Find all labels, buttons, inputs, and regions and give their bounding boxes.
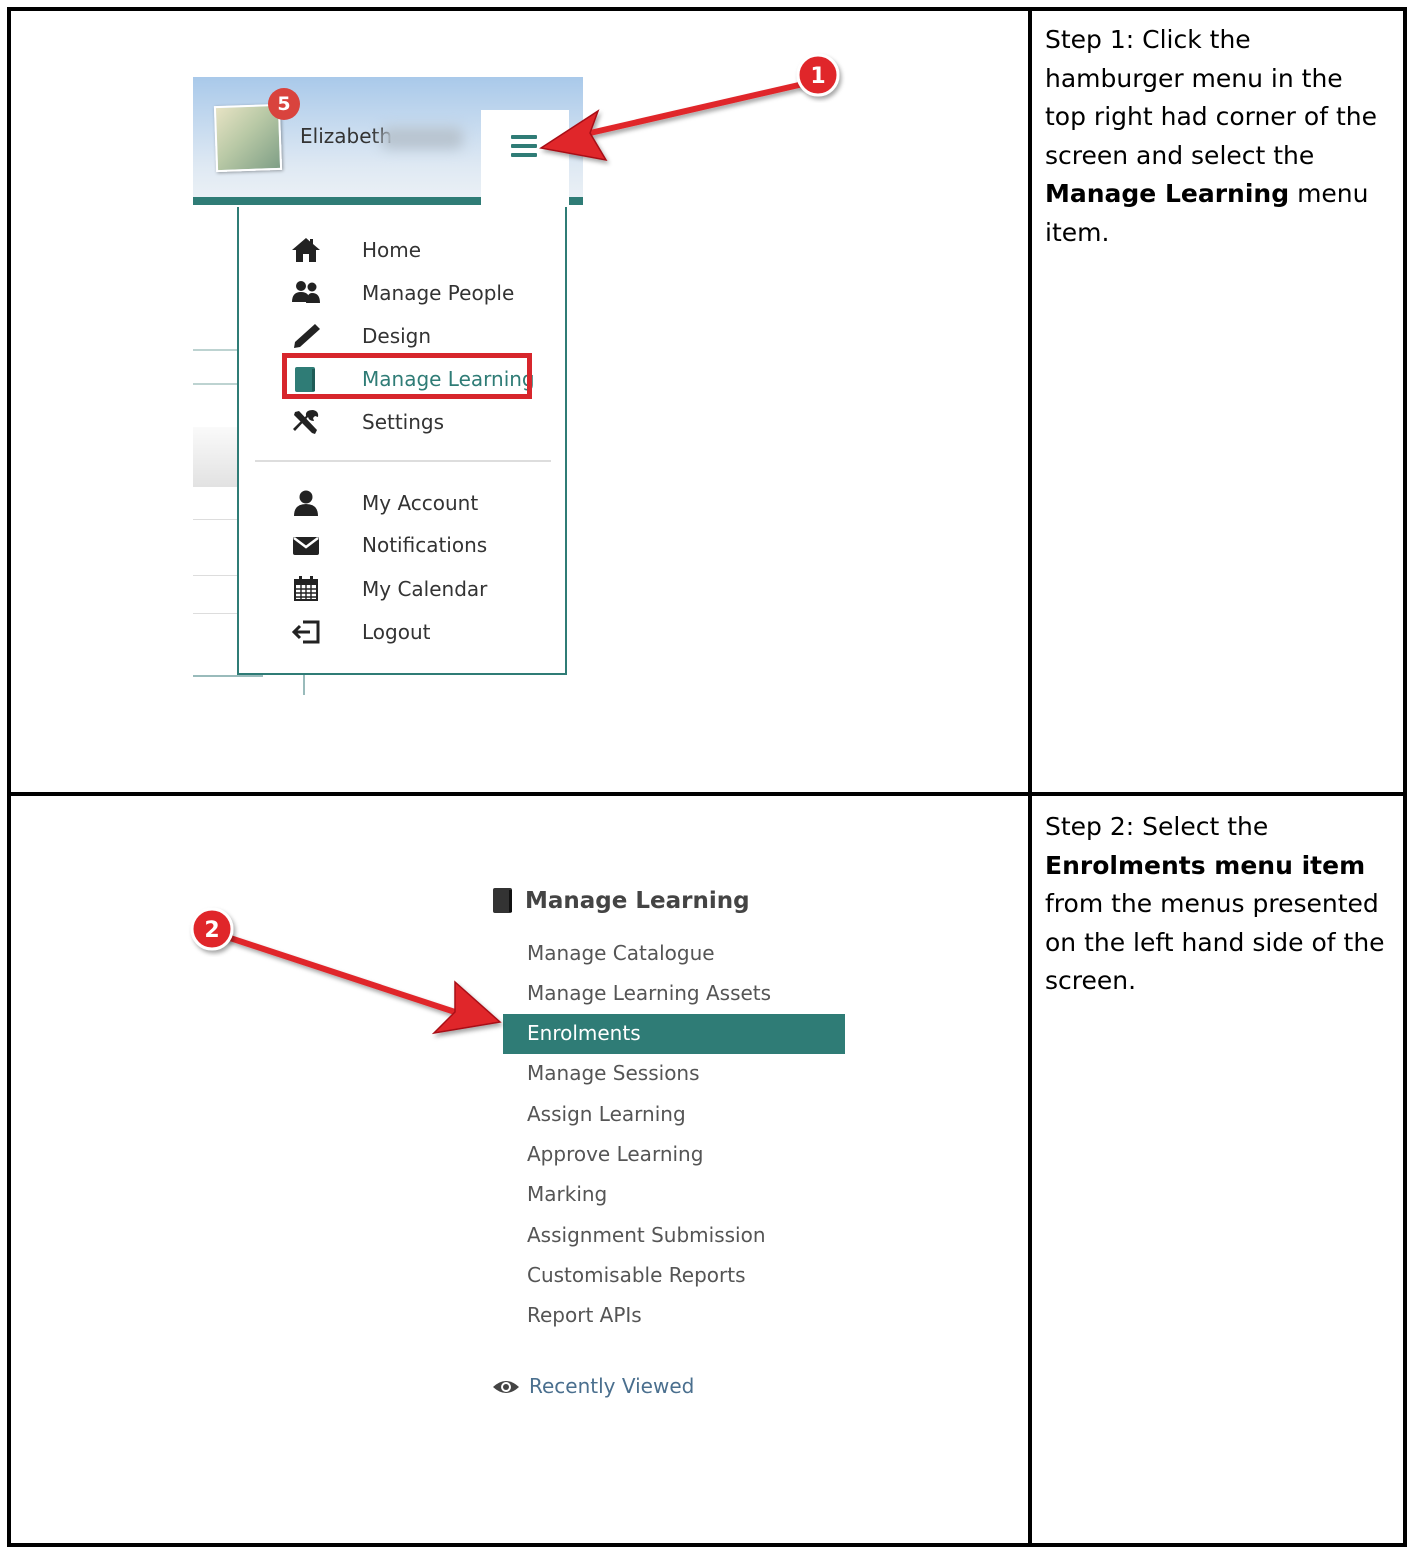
calendar-icon: [294, 576, 318, 601]
background-line: [193, 519, 241, 520]
step-2-text-bold: Enrolments menu item: [1045, 850, 1366, 880]
step-1-text: Step 1: Click the hamburger menu in the …: [1045, 21, 1385, 253]
screenshot-hamburger-menu: 5 Elizabeth Home Manage People Design Ma…: [193, 77, 583, 697]
menu-item-label: Manage People: [362, 281, 515, 305]
eye-icon: [493, 1381, 519, 1393]
logout-icon: [291, 620, 320, 644]
background-line: [193, 613, 241, 614]
menu-item-home[interactable]: Home: [239, 235, 565, 265]
user-icon: [294, 490, 318, 516]
screenshot-manage-learning-sidebar: Manage Learning Manage Catalogue Manage …: [470, 878, 850, 1418]
menu-item-design[interactable]: Design: [239, 321, 565, 351]
sidebar-item-enrolments[interactable]: Enrolments: [503, 1014, 845, 1054]
manage-learning-highlight-box: [282, 353, 532, 399]
background-line: [193, 383, 241, 385]
menu-tab: [481, 110, 569, 210]
dropdown-menu: Home Manage People Design Manage Learnin…: [237, 207, 567, 675]
menu-item-my-calendar[interactable]: My Calendar: [239, 574, 565, 604]
step-2-text: Step 2: Select the Enrolments menu item …: [1045, 808, 1385, 1001]
notification-badge[interactable]: 5: [268, 88, 300, 120]
menu-item-label: Logout: [362, 620, 431, 644]
redacted-surname: [381, 127, 463, 149]
pencil-icon: [294, 324, 320, 348]
envelope-icon: [293, 537, 319, 555]
column-divider: [1028, 7, 1032, 1547]
step-2-text-end: from the menus presented on the left han…: [1045, 889, 1385, 996]
sidebar-item-manage-learning-assets[interactable]: Manage Learning Assets: [527, 981, 771, 1005]
sidebar-item-manage-catalogue[interactable]: Manage Catalogue: [527, 941, 715, 965]
sidebar-item-report-apis[interactable]: Report APIs: [527, 1303, 642, 1327]
menu-item-label: Home: [362, 238, 422, 262]
home-icon: [292, 238, 320, 262]
step-1-text-bold: Manage Learning: [1045, 179, 1290, 209]
hamburger-menu-icon[interactable]: [511, 135, 537, 159]
background-line: [193, 675, 263, 677]
menu-item-notifications[interactable]: Notifications: [239, 530, 565, 560]
background-line: [193, 575, 241, 576]
sidebar-item-assignment-submission[interactable]: Assignment Submission: [527, 1223, 766, 1247]
menu-item-label: Notifications: [362, 533, 488, 557]
sidebar-item-assign-learning[interactable]: Assign Learning: [527, 1102, 686, 1126]
background-line: [193, 349, 241, 351]
book-icon: [493, 888, 512, 913]
sidebar-item-manage-sessions[interactable]: Manage Sessions: [527, 1061, 700, 1085]
step-2-text-start: Step 2: Select the: [1045, 812, 1269, 841]
menu-item-my-account[interactable]: My Account: [239, 488, 565, 518]
menu-item-label: My Account: [362, 491, 479, 515]
user-name: Elizabeth: [300, 124, 393, 148]
menu-item-label: Settings: [362, 410, 445, 434]
step-1-text-start: Step 1: Click the hamburger menu in the …: [1045, 25, 1377, 170]
tools-icon: [293, 410, 319, 434]
recently-viewed-label: Recently Viewed: [529, 1374, 695, 1398]
row-divider: [7, 792, 1407, 796]
sidebar-item-approve-learning[interactable]: Approve Learning: [527, 1142, 703, 1166]
menu-item-label: Design: [362, 324, 432, 348]
menu-item-manage-people[interactable]: Manage People: [239, 278, 565, 308]
menu-item-label: My Calendar: [362, 577, 488, 601]
background-line: [303, 675, 305, 695]
sidebar-item-label: Enrolments: [527, 1021, 641, 1045]
sidebar-item-marking[interactable]: Marking: [527, 1182, 607, 1206]
sidebar-item-customisable-reports[interactable]: Customisable Reports: [527, 1263, 746, 1287]
people-icon: [292, 281, 320, 303]
menu-item-logout[interactable]: Logout: [239, 617, 565, 647]
menu-item-settings[interactable]: Settings: [239, 407, 565, 437]
menu-divider: [255, 460, 551, 462]
background-panel: [193, 427, 241, 487]
section-title: Manage Learning: [525, 888, 750, 914]
